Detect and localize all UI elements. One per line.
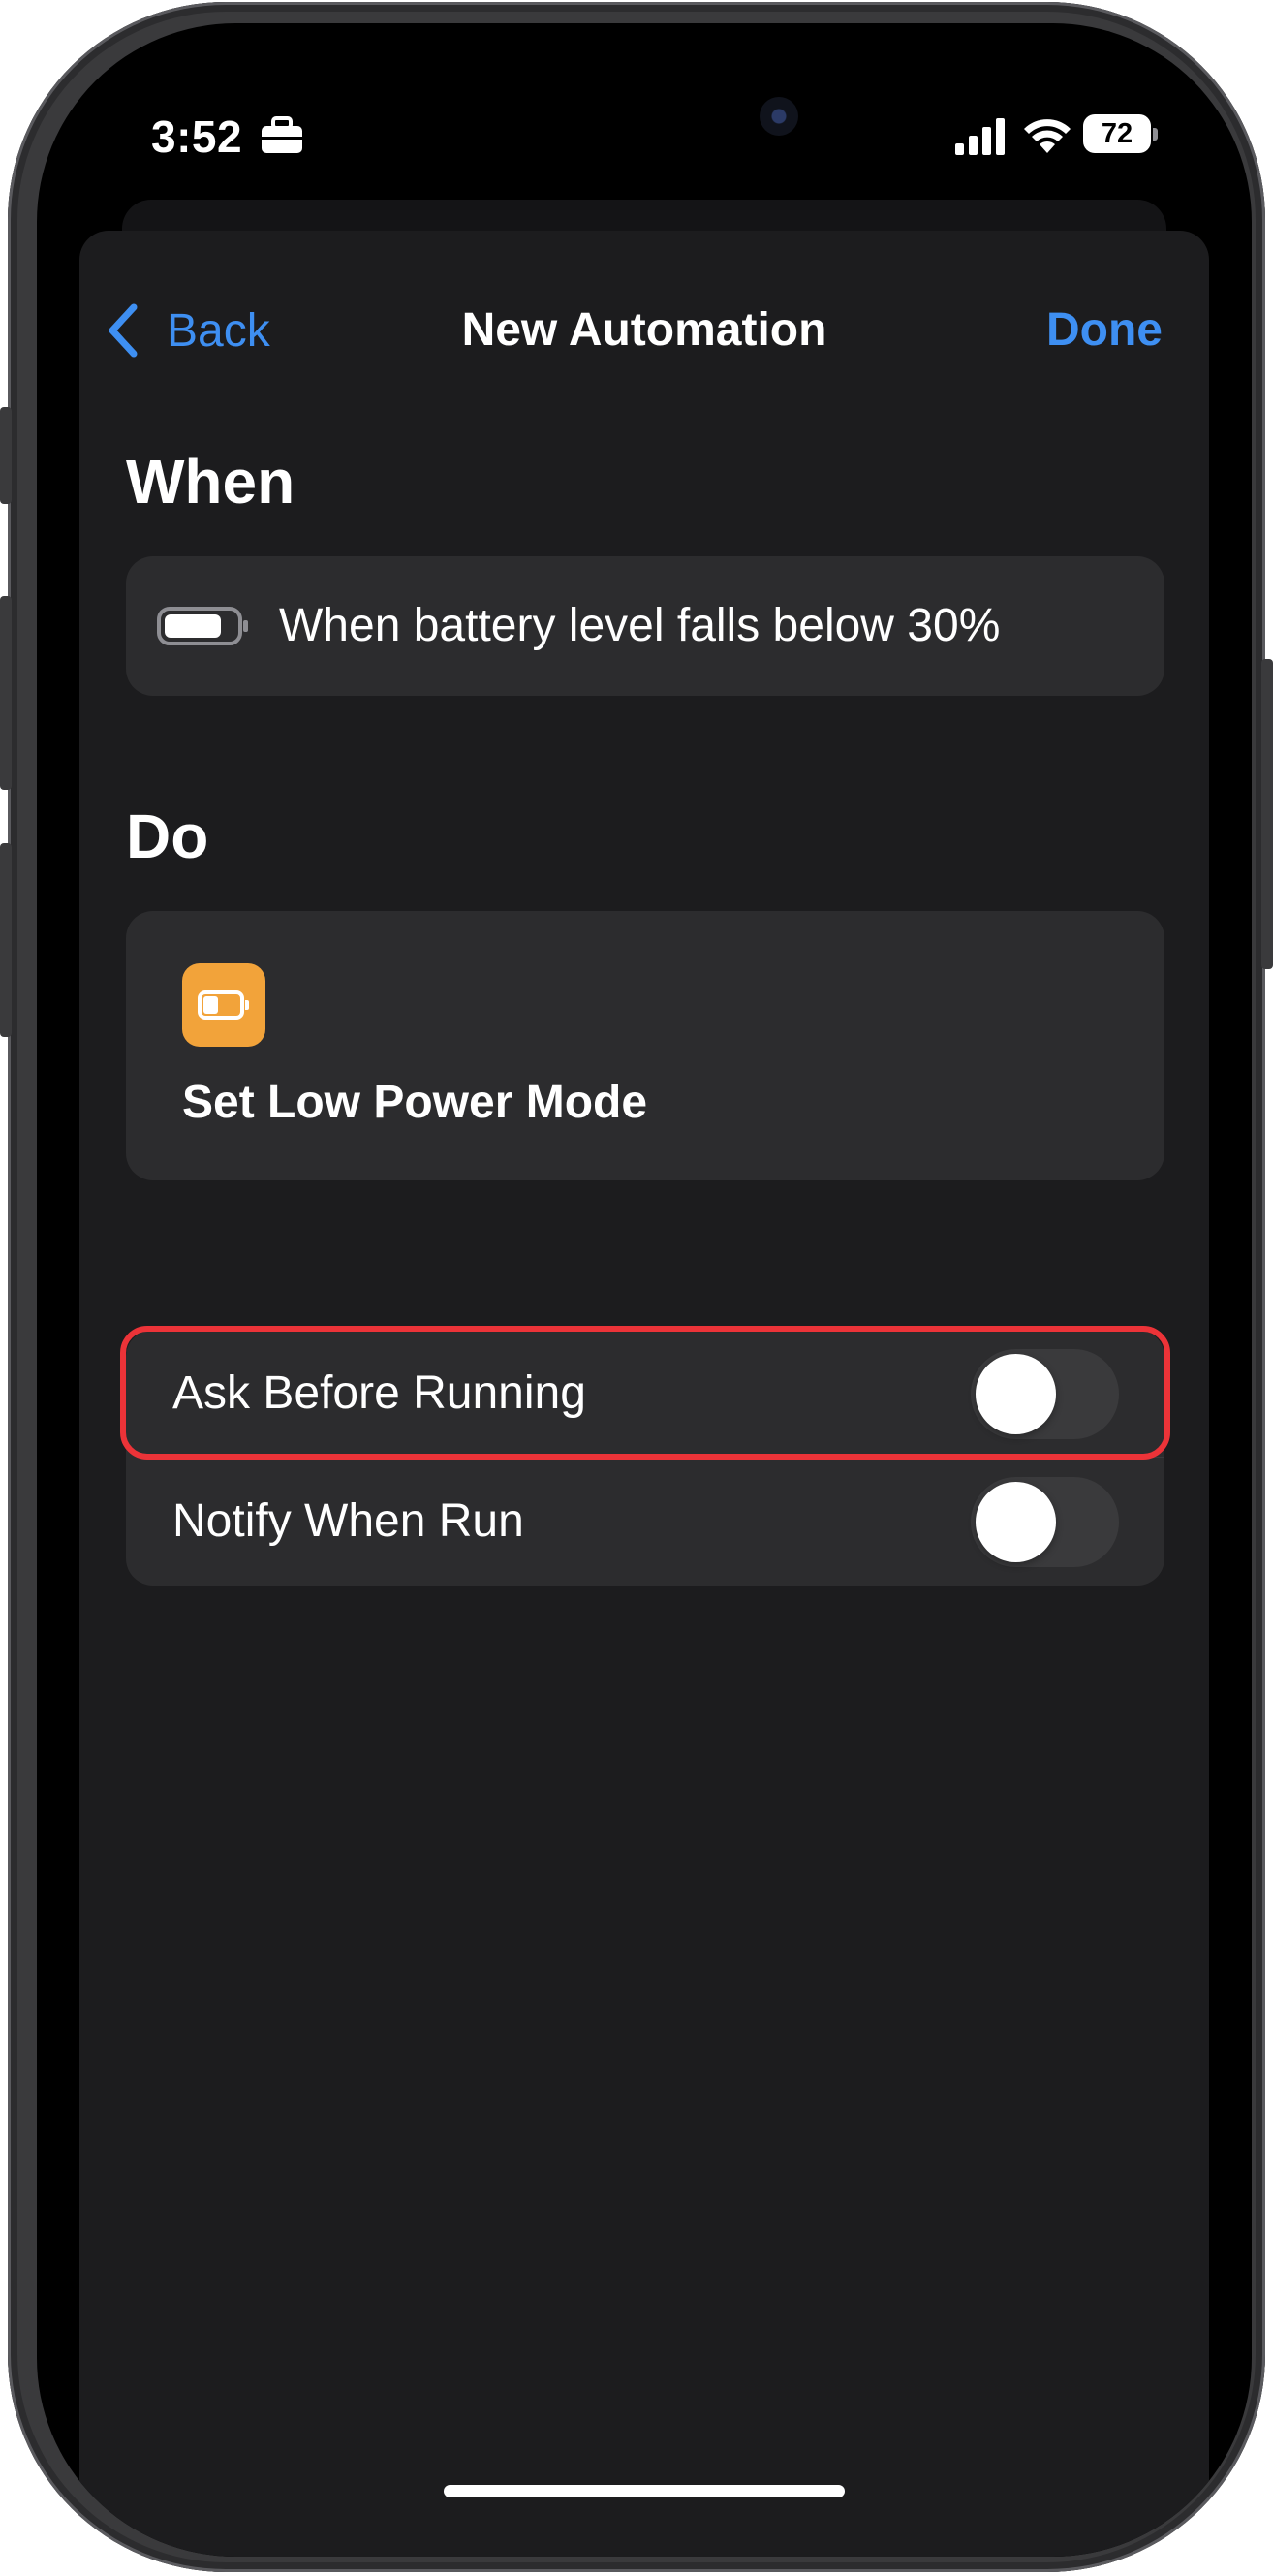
- toggle-knob: [976, 1482, 1056, 1562]
- do-heading: Do: [126, 801, 209, 871]
- screen: 3:52 72 Back New Automation Done When Wh…: [37, 23, 1252, 2557]
- status-time: 3:52: [151, 111, 243, 162]
- volume-up-button: [0, 596, 12, 790]
- page-title: New Automation: [461, 304, 827, 356]
- side-button: [1261, 659, 1273, 969]
- done-button[interactable]: Done: [1046, 297, 1163, 364]
- cellular-signal-icon: [955, 118, 1005, 155]
- phone-frame: 3:52 72 Back New Automation Done When Wh…: [8, 2, 1265, 2572]
- toggle-knob: [976, 1354, 1056, 1434]
- ask-before-running-label: Ask Before Running: [172, 1367, 586, 1419]
- options-card: Ask Before Running Notify When Run: [126, 1330, 1164, 1586]
- camera-icon: [760, 97, 798, 136]
- action-card[interactable]: Set Low Power Mode: [126, 911, 1164, 1180]
- action-title: Set Low Power Mode: [182, 1077, 648, 1128]
- home-indicator[interactable]: [444, 2485, 845, 2497]
- notify-when-run-label: Notify When Run: [172, 1495, 524, 1547]
- battery-icon: 72: [1083, 114, 1159, 155]
- ask-before-running-row: Ask Before Running: [126, 1330, 1164, 1458]
- action-button: [0, 407, 12, 504]
- low-power-battery-icon: [182, 963, 265, 1047]
- trigger-text: When battery level falls below 30%: [279, 600, 1001, 651]
- notify-when-run-toggle[interactable]: [971, 1477, 1119, 1567]
- volume-down-button: [0, 843, 12, 1037]
- ask-before-running-toggle[interactable]: [971, 1349, 1119, 1439]
- automation-sheet: Back New Automation Done When When batte…: [79, 231, 1209, 2557]
- trigger-card[interactable]: When battery level falls below 30%: [126, 556, 1164, 696]
- when-heading: When: [126, 447, 295, 517]
- notify-when-run-row: Notify When Run: [126, 1458, 1164, 1586]
- briefcase-icon: [262, 116, 302, 153]
- wifi-icon: [1024, 119, 1071, 153]
- battery-level: 72: [1101, 118, 1133, 149]
- battery-icon: [157, 607, 248, 645]
